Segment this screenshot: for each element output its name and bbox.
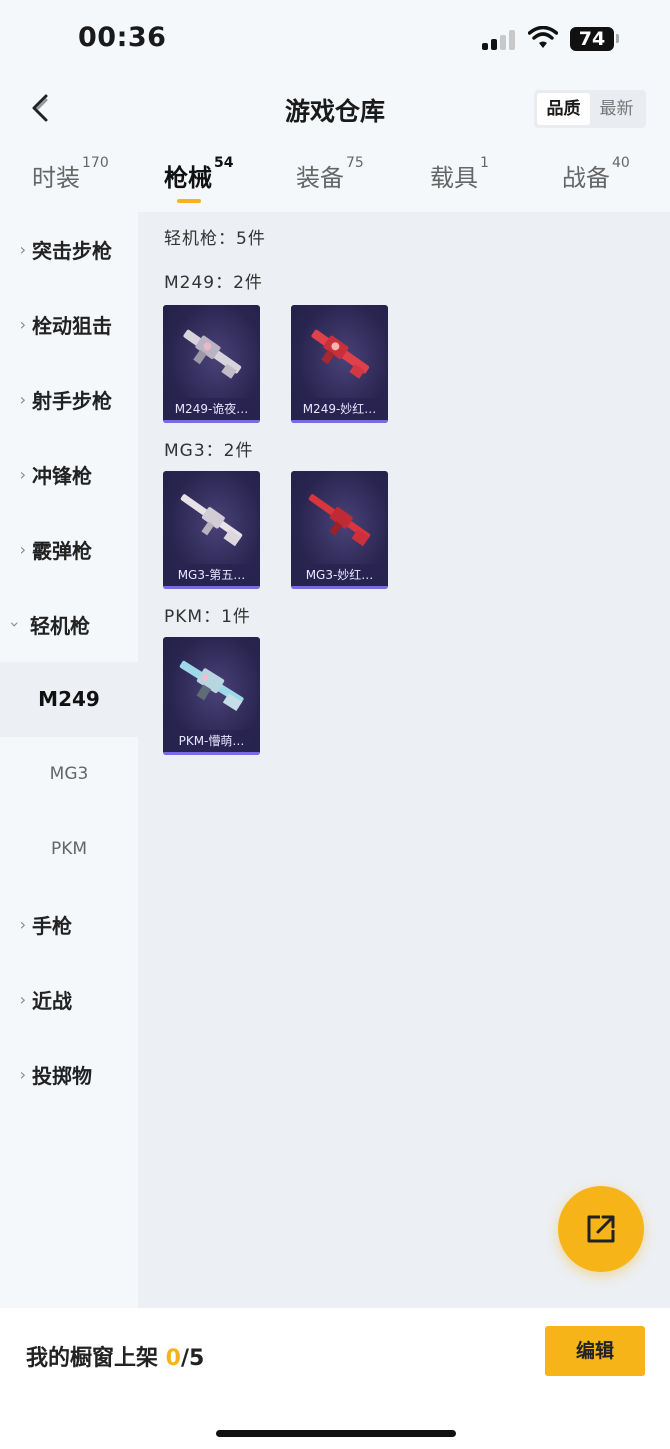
sidebar-item-label: 霰弹枪 [32,539,92,563]
tab-label: 时装 [32,164,80,192]
sidebar-item-shotgun[interactable]: › 霰弹枪 [0,512,138,587]
weapon-card[interactable]: M249-诡夜… [163,305,260,423]
sidebar-item-throwable[interactable]: › 投掷物 [0,1037,138,1112]
edit-button[interactable]: 编辑 [545,1326,645,1376]
cellular-signal-icon [482,30,518,50]
sidebar-item-marksman-rifle[interactable]: › 射手步枪 [0,362,138,437]
sort-newest-button[interactable]: 最新 [590,93,643,125]
sidebar-item-label: 手枪 [32,914,72,938]
tab-label: 战备 [562,164,610,192]
sidebar-item-pistol[interactable]: › 手枪 [0,887,138,962]
sidebar-item-label: 轻机枪 [30,614,90,638]
chevron-right-icon: › [19,315,26,334]
status-bar: 00:36 74 [0,0,670,78]
sort-toggle: 品质 最新 [534,90,646,128]
lmg-skin-icon [180,494,243,547]
category-tabs: 时装170 枪械54 装备75 载具1 战备40 [0,150,670,210]
chevron-right-icon: › [19,990,26,1009]
showcase-bar: 我的橱窗上架 0/5 编辑 [0,1308,670,1449]
tab-count: 54 [214,155,234,171]
sidebar-item-label: 栓动狙击 [32,314,112,338]
tab-active-indicator [177,199,201,203]
category-summary: 轻机枪：5件 [164,229,266,249]
weapon-card-name: MG3-第五… [163,564,260,586]
tab-supplies[interactable]: 战备40 [562,155,630,193]
tab-equipment[interactable]: 装备75 [296,155,364,193]
sidebar-item-label: 射手步枪 [32,389,112,413]
sidebar-subitem-mg3[interactable]: MG3 [0,737,138,812]
tab-count: 170 [82,155,109,171]
lmg-skin-icon [179,660,244,712]
wifi-icon [528,26,558,48]
tab-count: 1 [480,155,489,171]
sidebar-item-melee[interactable]: › 近战 [0,962,138,1037]
chevron-right-icon: › [19,540,26,559]
sidebar-item-smg[interactable]: › 冲锋枪 [0,437,138,512]
tab-count: 75 [346,155,364,171]
tab-vehicles[interactable]: 载具1 [430,155,489,193]
tab-label: 装备 [296,164,344,192]
weapon-list: 轻机枪：5件 M249：2件 M249-诡夜… M249-妙红… MG3：2件 … [138,212,670,1308]
status-time: 00:36 [78,22,167,53]
share-button[interactable] [558,1186,644,1272]
sidebar-subitem-pkm[interactable]: PKM [0,812,138,887]
tab-firearms[interactable]: 枪械54 [164,155,234,193]
weapon-card-name: M249-诡夜… [163,398,260,420]
weapon-category-sidebar: › 突击步枪 › 栓动狙击 › 射手步枪 › 冲锋枪 › 霰弹枪 › 轻机枪 M… [0,212,138,1308]
weapon-card[interactable]: MG3-妙红… [291,471,388,589]
chevron-right-icon: › [19,915,26,934]
sidebar-item-lmg[interactable]: › 轻机枪 [0,587,138,662]
home-indicator [216,1430,456,1437]
chevron-right-icon: › [19,1065,26,1084]
battery-tip [616,34,619,43]
external-link-icon [587,1215,615,1243]
sidebar-item-label: 近战 [32,989,72,1013]
group-title-mg3: MG3：2件 [164,441,254,461]
lmg-skin-icon [308,494,371,547]
weapon-card-name: MG3-妙红… [291,564,388,586]
sidebar-item-label: 投掷物 [32,1064,92,1088]
tab-count: 40 [612,155,630,171]
showcase-current: 0 [165,1346,181,1371]
sidebar-item-assault-rifle[interactable]: › 突击步枪 [0,212,138,287]
lmg-skin-icon [311,329,370,379]
showcase-total: /5 [180,1346,205,1371]
chevron-right-icon: › [19,240,26,259]
tab-fashion[interactable]: 时装170 [32,155,109,193]
sidebar-item-label: 冲锋枪 [32,464,92,488]
weapon-card-name: M249-妙红… [291,398,388,420]
tab-label: 枪械 [164,164,212,192]
sidebar-item-label: 突击步枪 [32,239,112,263]
chevron-right-icon: › [19,390,26,409]
lmg-skin-icon [183,329,242,379]
nav-bar: 游戏仓库 品质 最新 [0,78,670,140]
weapon-card[interactable]: M249-妙红… [291,305,388,423]
tab-label: 载具 [430,164,478,192]
showcase-label: 我的橱窗上架 [26,1346,166,1371]
chevron-right-icon: › [19,465,26,484]
chevron-down-icon: › [5,621,25,628]
weapon-card-name: PKM-懵萌… [163,730,260,752]
battery-icon: 74 [570,27,614,51]
group-title-pkm: PKM：1件 [164,607,251,627]
weapon-card[interactable]: PKM-懵萌… [163,637,260,755]
sidebar-item-bolt-sniper[interactable]: › 栓动狙击 [0,287,138,362]
showcase-count: 我的橱窗上架 0/5 [26,1340,204,1372]
sidebar-subitem-m249[interactable]: M249 [0,662,138,737]
group-title-m249: M249：2件 [164,273,263,293]
weapon-card[interactable]: MG3-第五… [163,471,260,589]
sort-quality-button[interactable]: 品质 [537,93,590,125]
